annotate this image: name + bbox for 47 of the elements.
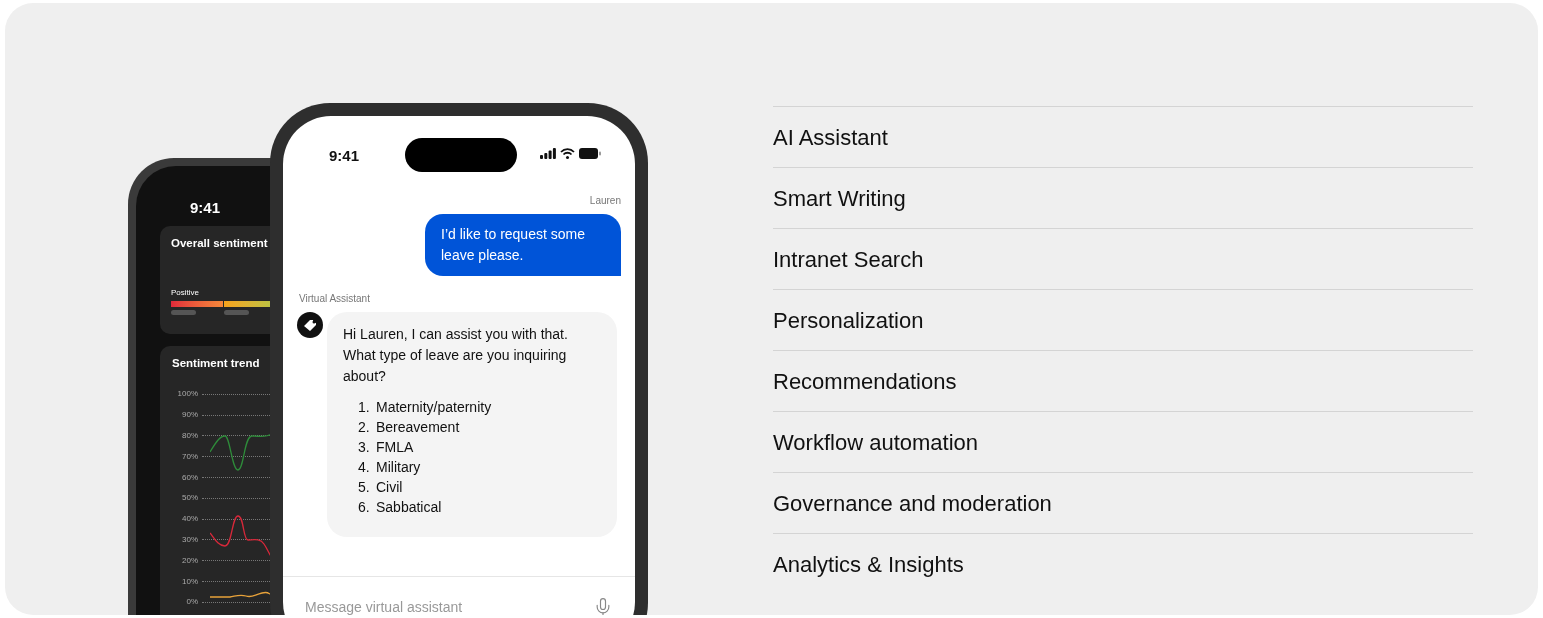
feature-link[interactable]: Intranet Search (773, 228, 1473, 289)
list-item: Sabbatical (376, 498, 442, 517)
axis-label: 0% (185, 597, 198, 608)
status-time: 9:41 (329, 146, 360, 166)
list-item: Bereavement (376, 418, 460, 437)
feature-link[interactable]: Workflow automation (773, 411, 1473, 472)
feature-link[interactable]: Smart Writing (773, 167, 1473, 228)
list-item: Civil (376, 478, 403, 497)
axis-label: 90% (181, 410, 198, 421)
user-message-bubble: I’d like to request some leave please. (425, 214, 621, 276)
axis-label: 50% (181, 493, 198, 504)
assistant-avatar-icon (297, 312, 323, 338)
axis-label: 70% (181, 451, 198, 462)
list-number: 2. (358, 418, 371, 437)
axis-label: 100% (176, 389, 198, 400)
feature-link[interactable]: Analytics & Insights (773, 533, 1473, 594)
list-item: Maternity/paternity (376, 398, 492, 417)
sender-name: Lauren (589, 194, 621, 208)
feature-link[interactable]: Recommendations (773, 350, 1473, 411)
axis-label: 40% (181, 514, 198, 525)
sender-name: Virtual Assistant (299, 292, 371, 306)
axis-label: 60% (181, 472, 198, 483)
message-input[interactable]: Message virtual assistant (305, 597, 593, 615)
list-number: 4. (358, 458, 371, 477)
list-number: 6. (358, 498, 371, 517)
list-number: 5. (358, 478, 371, 497)
list-item: Military (376, 458, 421, 477)
message-text: Hi Lauren, I can assist you with that. What type of leave are you inquiring about? (343, 325, 569, 386)
wifi-icon (560, 148, 575, 159)
list-number: 1. (358, 398, 371, 417)
status-time: 9:41 (190, 198, 222, 218)
placeholder-pill (171, 310, 196, 315)
feature-link[interactable]: Governance and moderation (773, 472, 1473, 533)
list-number: 3. (358, 438, 371, 457)
list-item: FMLA (376, 438, 414, 457)
feature-link[interactable]: Personalization (773, 289, 1473, 350)
card-title: Sentiment trend (172, 356, 261, 370)
axis-label: 10% (181, 576, 198, 587)
battery-icon (579, 148, 601, 159)
signal-icon (540, 148, 556, 159)
feature-link[interactable]: AI Assistant (773, 106, 1473, 167)
axis-label: 20% (181, 555, 198, 566)
axis-label: 30% (181, 534, 198, 545)
card-title: Overall sentiment (171, 236, 269, 250)
placeholder-pill (224, 310, 249, 315)
gauge-label: Positive (171, 288, 199, 298)
axis-label: 80% (181, 431, 198, 441)
